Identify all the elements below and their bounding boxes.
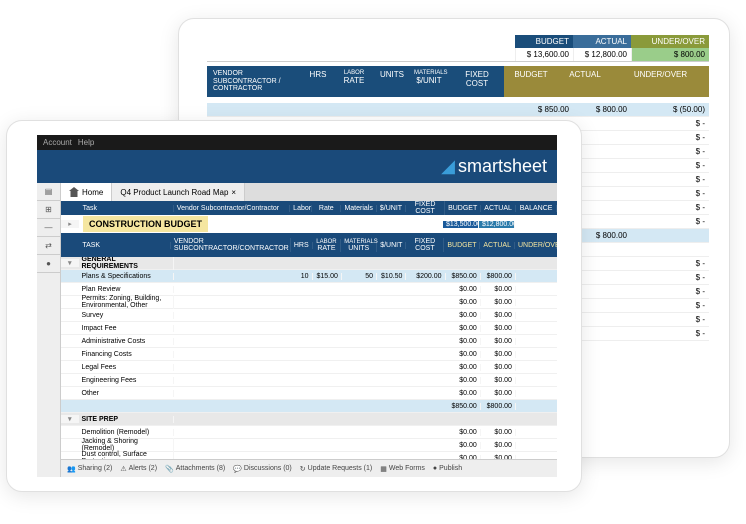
tab-bar: Home Q4 Product Launch Road Map×	[61, 183, 557, 201]
tab-home[interactable]: Home	[61, 183, 112, 201]
val-actual: $ 12,800.00	[573, 48, 631, 61]
grid-header-2: TASK VENDOR SUBCONTRACTOR/CONTRACTOR HRS…	[61, 233, 557, 257]
table-row[interactable]: $850.00$800.00	[61, 400, 557, 413]
sheet-title: CONSTRUCTION BUDGET	[83, 216, 208, 232]
data-grid: ▾GENERAL REQUIREMENTSPlans & Specificati…	[61, 257, 557, 459]
title-row: ▸ CONSTRUCTION BUDGET $13,500.00 $12,800…	[61, 215, 557, 233]
sidebar-button[interactable]: ▤	[37, 183, 60, 201]
smartsheet-logo: ◢smartsheet	[441, 156, 547, 177]
back-summary-header: BUDGET ACTUAL UNDER/OVER	[207, 35, 709, 48]
web-forms-button[interactable]: ▦ Web Forms	[380, 465, 425, 473]
logo-text: smartsheet	[458, 156, 547, 177]
sidebar-button[interactable]: ⇄	[37, 237, 60, 255]
close-icon[interactable]: ×	[231, 188, 236, 197]
alerts-button[interactable]: ⚠ Alerts (2)	[120, 465, 157, 473]
table-row[interactable]: $ 850.00$ 800.00$ (50.00)	[207, 103, 709, 117]
logo-row: ◢smartsheet	[37, 150, 557, 183]
col-over: UNDER/OVER	[631, 35, 709, 48]
update-requests-button[interactable]: ↻ Update Requests (1)	[300, 465, 372, 473]
sidebar-button[interactable]: ⊞	[37, 201, 60, 219]
sidebar-button[interactable]: ●	[37, 255, 60, 273]
help-link[interactable]: Help	[78, 138, 94, 147]
col-budget: BUDGET	[515, 35, 573, 48]
logo-icon: ◢	[441, 156, 455, 177]
sidebar-button[interactable]: —	[37, 219, 60, 237]
table-row[interactable]: Impact Fee$0.00$0.00	[61, 322, 557, 335]
grid-header-1: Task Vendor Subcontractor/Contractor Lab…	[61, 201, 557, 215]
table-row[interactable]: Financing Costs$0.00$0.00	[61, 348, 557, 361]
footer-bar: 👥 Sharing (2) ⚠ Alerts (2) 📎 Attachments…	[61, 459, 557, 477]
table-row[interactable]: ▾GENERAL REQUIREMENTS	[61, 257, 557, 270]
publish-button[interactable]: ● Publish	[433, 465, 462, 472]
table-row[interactable]: Permits: Zoning, Building, Environmental…	[61, 296, 557, 309]
val-budget: $ 13,600.00	[515, 48, 573, 61]
table-row[interactable]: Engineering Fees$0.00$0.00	[61, 374, 557, 387]
table-row[interactable]: Administrative Costs$0.00$0.00	[61, 335, 557, 348]
sidebar: ▤⊞—⇄●	[37, 183, 61, 477]
table-row[interactable]: Other$0.00$0.00	[61, 387, 557, 400]
attachments-button[interactable]: 📎 Attachments (8)	[165, 465, 225, 473]
back-column-header: VENDOR SUBCONTRACTOR / CONTRACTOR HRS LA…	[207, 66, 709, 97]
home-icon	[69, 187, 79, 197]
table-row[interactable]: Survey$0.00$0.00	[61, 309, 557, 322]
table-row[interactable]: Dust control, Surface Protection$0.00$0.…	[61, 452, 557, 459]
sharing-button[interactable]: 👥 Sharing (2)	[67, 465, 112, 473]
col-actual: ACTUAL	[573, 35, 631, 48]
val-over: $ 800.00	[631, 48, 709, 61]
table-row[interactable]: ▾SITE PREP	[61, 413, 557, 426]
front-tablet: Account Help ◢smartsheet ▤⊞—⇄● Home Q4 P…	[6, 120, 582, 492]
table-row[interactable]: Plans & Specifications10$15.0050$10.50$2…	[61, 270, 557, 283]
tab-roadmap[interactable]: Q4 Product Launch Road Map×	[112, 183, 245, 201]
table-row[interactable]: Legal Fees$0.00$0.00	[61, 361, 557, 374]
app-topbar: Account Help	[37, 135, 557, 150]
back-summary-row: $ 13,600.00 $ 12,800.00 $ 800.00	[207, 48, 709, 62]
account-link[interactable]: Account	[43, 138, 72, 147]
discussions-button[interactable]: 💬 Discussions (0)	[233, 465, 292, 473]
